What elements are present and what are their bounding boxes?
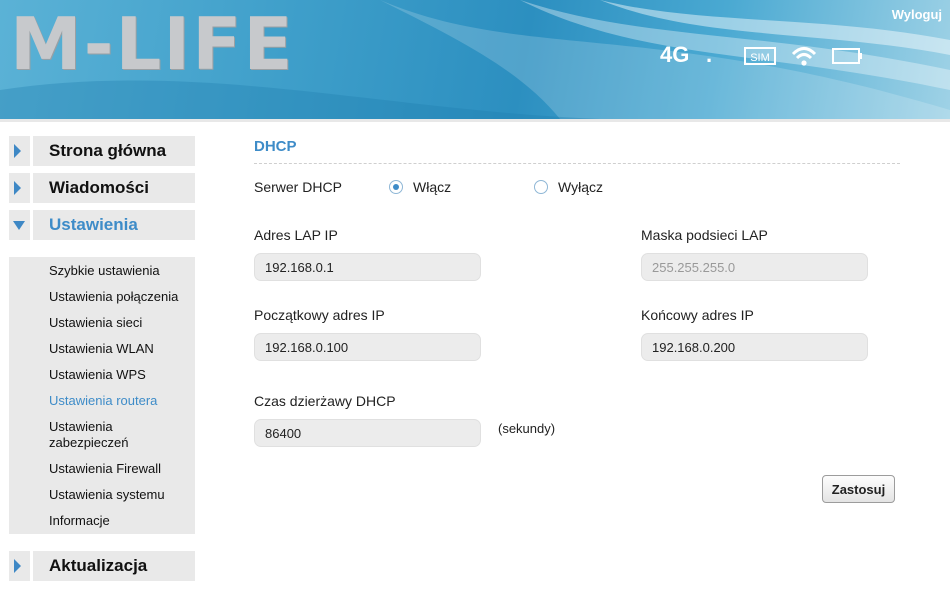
- logout-link[interactable]: Wyloguj: [892, 7, 942, 22]
- chevron-down-icon: [13, 221, 25, 230]
- submenu-router-settings[interactable]: Ustawienia routera: [49, 393, 157, 409]
- submenu-firewall-settings[interactable]: Ustawienia Firewall: [49, 461, 161, 477]
- section-divider: [254, 163, 900, 164]
- start-ip-field[interactable]: 192.168.0.100: [254, 333, 481, 361]
- dhcp-off-label[interactable]: Wyłącz: [558, 179, 603, 195]
- apply-button[interactable]: Zastosuj: [822, 475, 895, 503]
- dhcp-off-radio[interactable]: [534, 180, 548, 194]
- chevron-right-icon: [14, 181, 21, 195]
- network-type: 4G: [660, 42, 690, 67]
- submenu-quick-settings[interactable]: Szybkie ustawienia: [49, 263, 160, 279]
- dhcp-server-label: Serwer DHCP: [254, 179, 342, 195]
- submenu-wlan-settings[interactable]: Ustawienia WLAN: [49, 341, 154, 357]
- menu-messages-label: Wiadomości: [49, 178, 149, 197]
- chevron-right-icon: [14, 144, 21, 158]
- submenu-security-settings[interactable]: Ustawienia zabezpieczeń: [49, 419, 159, 451]
- submenu-wps-settings[interactable]: Ustawienia WPS: [49, 367, 146, 383]
- signal-dot: .: [706, 42, 713, 67]
- section-title: DHCP: [254, 138, 297, 155]
- svg-text:SIM: SIM: [750, 52, 770, 64]
- lease-time-unit: (sekundy): [498, 421, 556, 436]
- menu-settings-label: Ustawienia: [49, 215, 138, 234]
- wifi-icon: [791, 47, 817, 66]
- end-ip-field[interactable]: 192.168.0.200: [641, 333, 868, 361]
- menu-home-label: Strona główna: [49, 141, 167, 160]
- submenu-system-settings[interactable]: Ustawienia systemu: [49, 487, 165, 503]
- menu-update-label: Aktualizacja: [49, 556, 148, 575]
- lan-ip-label: Adres LAP IP: [254, 227, 338, 243]
- start-ip-label: Początkowy adres IP: [254, 307, 385, 323]
- sim-icon: SIM: [744, 47, 776, 65]
- submenu-connection-settings[interactable]: Ustawienia połączenia: [49, 289, 178, 305]
- header-banner: M-LIFE Wyloguj 4G . SIM: [0, 0, 950, 119]
- submenu-information[interactable]: Informacje: [49, 513, 110, 529]
- lease-time-field[interactable]: 86400: [254, 419, 481, 447]
- chevron-right-icon: [14, 559, 21, 573]
- submenu-network-settings[interactable]: Ustawienia sieci: [49, 315, 142, 331]
- subnet-mask-field: 255.255.255.0: [641, 253, 868, 281]
- header-divider: [0, 119, 950, 122]
- lan-ip-field[interactable]: 192.168.0.1: [254, 253, 481, 281]
- dhcp-on-label[interactable]: Włącz: [413, 179, 451, 195]
- menu-home[interactable]: Strona główna: [9, 136, 195, 166]
- subnet-mask-label: Maska podsieci LAP: [641, 227, 768, 243]
- logo: M-LIFE: [10, 2, 295, 86]
- settings-submenu: Szybkie ustawienia Ustawienia połączenia…: [9, 257, 195, 534]
- menu-update[interactable]: Aktualizacja: [9, 551, 195, 581]
- lease-time-label: Czas dzierżawy DHCP: [254, 393, 396, 409]
- dhcp-on-radio[interactable]: [389, 180, 403, 194]
- menu-messages[interactable]: Wiadomości: [9, 173, 195, 203]
- end-ip-label: Końcowy adres IP: [641, 307, 754, 323]
- battery-icon: [832, 48, 862, 64]
- menu-settings[interactable]: Ustawienia: [9, 210, 195, 240]
